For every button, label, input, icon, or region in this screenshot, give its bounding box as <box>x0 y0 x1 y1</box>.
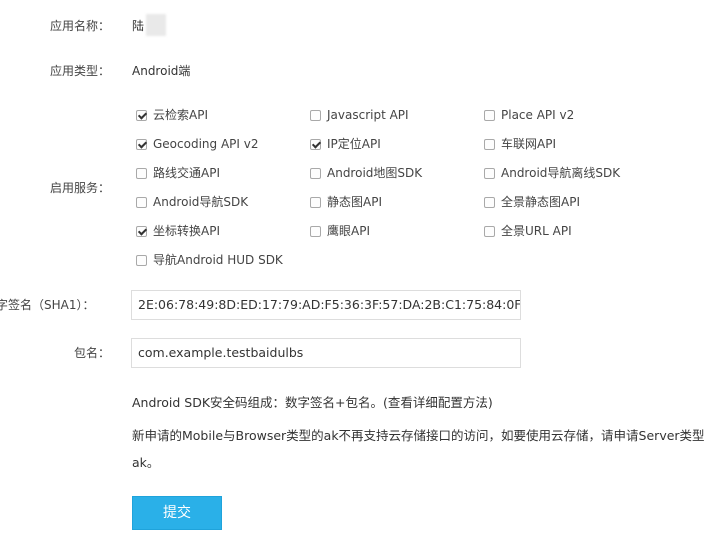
checkbox-icon[interactable] <box>136 225 147 237</box>
service-android-hud-sdk[interactable]: 导航Android HUD SDK <box>136 252 283 268</box>
checkbox-icon[interactable] <box>310 196 321 208</box>
app-name-label: 应用名称： <box>50 19 111 33</box>
service-label: Android导航离线SDK <box>501 166 621 180</box>
service-android-offline-nav-sdk[interactable]: Android导航离线SDK <box>484 165 620 181</box>
service-label: 云检索API <box>153 108 208 122</box>
sha1-label: 数字签名（SHA1）： <box>0 298 95 312</box>
service-route-traffic-api[interactable]: 路线交通API <box>136 165 220 181</box>
checkbox-icon[interactable] <box>136 138 147 150</box>
service-label: 路线交通API <box>153 166 220 180</box>
service-label: Javascript API <box>327 108 409 122</box>
redacted-app-name <box>146 14 166 36</box>
checkbox-icon[interactable] <box>310 167 321 179</box>
package-input[interactable]: com.example.testbaidulbs <box>131 338 521 368</box>
submit-button[interactable]: 提交 <box>132 496 222 530</box>
service-ip-location-api[interactable]: IP定位API <box>310 136 381 152</box>
app-type-value: Android端 <box>132 64 191 78</box>
checkbox-icon[interactable] <box>484 196 495 208</box>
service-label: 全景静态图API <box>501 195 580 209</box>
service-label: 鹰眼API <box>327 224 370 238</box>
storage-notice: 新申请的Mobile与Browser类型的ak不再支持云存储接口的访问，如要使用… <box>132 428 705 443</box>
service-label: Android地图SDK <box>327 166 423 180</box>
checkbox-icon[interactable] <box>136 254 147 266</box>
service-panorama-url-api[interactable]: 全景URL API <box>484 223 572 239</box>
service-label: Android导航SDK <box>153 195 249 209</box>
service-label: 车联网API <box>501 137 556 151</box>
service-panorama-static-api[interactable]: 全景静态图API <box>484 194 580 210</box>
service-label: 坐标转换API <box>153 224 220 238</box>
checkbox-icon[interactable] <box>484 138 495 150</box>
service-cloud-search[interactable]: 云检索API <box>136 107 208 123</box>
service-telematics-api[interactable]: 车联网API <box>484 136 556 152</box>
service-place-api[interactable]: Place API v2 <box>484 107 574 123</box>
app-type-label: 应用类型： <box>50 64 111 78</box>
package-label: 包名： <box>74 346 111 360</box>
checkbox-icon[interactable] <box>136 196 147 208</box>
service-label: 全景URL API <box>501 224 572 238</box>
app-name-value: 陆 <box>132 19 145 33</box>
service-label: 静态图API <box>327 195 382 209</box>
service-javascript-api[interactable]: Javascript API <box>310 107 409 123</box>
checkbox-icon[interactable] <box>136 109 147 121</box>
security-code-info: Android SDK安全码组成：数字签名+包名。(查看详细配置方法) <box>132 395 493 410</box>
service-coord-convert-api[interactable]: 坐标转换API <box>136 223 220 239</box>
storage-notice-continued: ak。 <box>132 455 160 470</box>
service-android-map-sdk[interactable]: Android地图SDK <box>310 165 422 181</box>
checkbox-icon[interactable] <box>310 225 321 237</box>
service-label: Place API v2 <box>501 108 575 122</box>
checkbox-icon[interactable] <box>310 138 321 150</box>
service-static-map-api[interactable]: 静态图API <box>310 194 382 210</box>
service-label: IP定位API <box>327 137 381 151</box>
services-label: 启用服务： <box>50 181 111 195</box>
service-eagle-eye-api[interactable]: 鹰眼API <box>310 223 370 239</box>
service-android-nav-sdk[interactable]: Android导航SDK <box>136 194 248 210</box>
checkbox-icon[interactable] <box>310 109 321 121</box>
checkbox-icon[interactable] <box>484 109 495 121</box>
checkbox-icon[interactable] <box>484 167 495 179</box>
sha1-input[interactable]: 2E:06:78:49:8D:ED:17:79:AD:F5:36:3F:57:D… <box>131 290 521 320</box>
service-geocoding-api[interactable]: Geocoding API v2 <box>136 136 259 152</box>
service-label: 导航Android HUD SDK <box>153 253 283 267</box>
checkbox-icon[interactable] <box>484 225 495 237</box>
checkbox-icon[interactable] <box>136 167 147 179</box>
service-label: Geocoding API v2 <box>153 137 259 151</box>
